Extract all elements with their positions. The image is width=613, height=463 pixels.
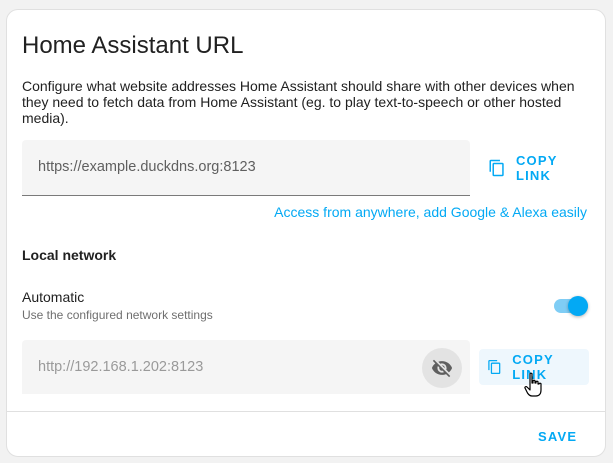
internal-url-field[interactable]: http://192.168.1.202:8123 bbox=[22, 340, 470, 394]
copy-external-link-button[interactable]: COPY LINK bbox=[480, 150, 605, 186]
copy-external-link-label: COPY LINK bbox=[515, 153, 558, 183]
toggle-visibility-button[interactable] bbox=[422, 348, 462, 388]
copy-icon bbox=[489, 159, 504, 177]
toggle-thumb bbox=[568, 296, 588, 316]
eye-off-icon bbox=[431, 359, 453, 378]
external-url-value[interactable]: https://example.duckdns.org:8123 bbox=[38, 159, 256, 175]
external-url-field[interactable]: https://example.duckdns.org:8123 bbox=[22, 140, 470, 196]
card-title: Home Assistant URL bbox=[22, 32, 244, 59]
footer-divider bbox=[7, 411, 605, 412]
card-description: Configure what website addresses Home As… bbox=[22, 78, 575, 126]
automatic-description: Use the configured network settings bbox=[22, 308, 213, 322]
copy-icon bbox=[488, 360, 501, 374]
home-assistant-url-card: Home Assistant URL Configure what websit… bbox=[6, 9, 606, 457]
copy-local-link-label: COPY LINK bbox=[512, 352, 554, 382]
save-button[interactable]: SAVE bbox=[527, 420, 588, 452]
internal-url-value[interactable]: http://192.168.1.202:8123 bbox=[38, 359, 203, 375]
automatic-toggle[interactable] bbox=[554, 296, 588, 316]
hand-cursor-icon bbox=[524, 372, 542, 397]
cloud-access-link[interactable]: Access from anywhere, add Google & Alexa… bbox=[274, 204, 587, 220]
automatic-label: Automatic bbox=[22, 289, 85, 305]
local-network-heading: Local network bbox=[22, 247, 117, 263]
